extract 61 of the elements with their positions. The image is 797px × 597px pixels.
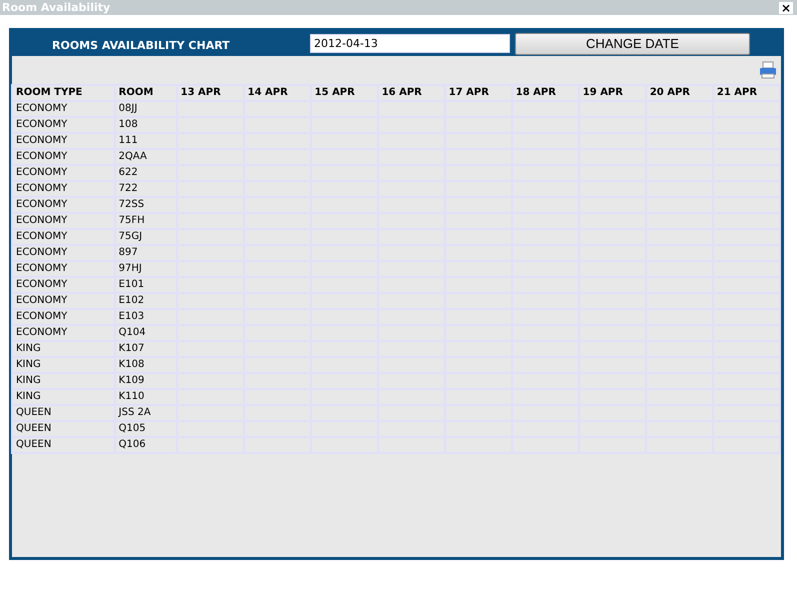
table-cell: KING [13,390,114,404]
table-cell: Q106 [116,438,176,452]
table-cell: K108 [116,358,176,372]
close-button[interactable]: × [778,2,793,14]
table-cell: Q104 [116,326,176,340]
table-cell: E103 [116,310,176,324]
table-cell: KING [13,342,114,356]
window-title: Room Availability [2,2,110,13]
table-cell: ECONOMY [13,262,114,276]
table-cell: ECONOMY [13,134,114,148]
table-cell: 2QAA [116,150,176,164]
table-cell: QUEEN [13,406,114,420]
table-cell: ECONOMY [13,198,114,212]
table-cell: 108 [116,118,176,132]
table-cell: 72SS [116,198,176,212]
table-cell: QUEEN [13,422,114,436]
table-cell: ECONOMY [13,150,114,164]
table-cell: Q105 [116,422,176,436]
table-cell: K110 [116,390,176,404]
chart-title: ROOMS AVAILABILITY CHART [52,38,231,54]
table-cell: QUEEN [13,438,114,452]
table-cell: ECONOMY [13,102,114,116]
column-header: 20 APR [646,86,712,100]
table-cell: 97HJ [116,262,176,276]
column-header: 15 APR [312,86,377,100]
table-cell: K107 [116,342,176,356]
column-header: 19 APR [580,86,645,100]
table-cell: JSS 2A [116,406,176,420]
change-date-button[interactable]: CHANGE DATE [515,32,750,54]
table-cell: ECONOMY [13,166,114,180]
table-cell: 08JJ [116,102,176,116]
table-cell: E102 [116,294,176,308]
table-cell: 622 [116,166,176,180]
table-cell: ECONOMY [13,230,114,244]
date-field[interactable]: 2012-04-13 [310,34,510,53]
table-cell: E101 [116,278,176,292]
column-header: 14 APR [244,86,310,100]
table-cell: 111 [116,134,176,148]
table-cell: ECONOMY [13,118,114,132]
table-cell: ECONOMY [13,326,114,340]
column-header: 17 APR [446,86,511,100]
table-cell: ECONOMY [13,246,114,260]
column-header: 21 APR [714,86,779,100]
table-cell: 75FH [116,214,176,228]
table-cell: K109 [116,374,176,388]
table-cell: ECONOMY [13,310,114,324]
table-cell: ECONOMY [13,278,114,292]
table-cell: KING [13,374,114,388]
column-header: 16 APR [378,86,444,100]
table-cell: ECONOMY [13,214,114,228]
column-header: ROOM TYPE [13,86,114,100]
table-cell: 722 [116,182,176,196]
printer-icon[interactable] [759,61,777,79]
table-cell: KING [13,358,114,372]
column-header: ROOM [116,86,176,100]
table-cell: ECONOMY [13,294,114,308]
column-header: 18 APR [512,86,578,100]
column-header: 13 APR [178,86,243,100]
table-cell: 897 [116,246,176,260]
table-cell: 75GJ [116,230,176,244]
table-cell: ECONOMY [13,182,114,196]
